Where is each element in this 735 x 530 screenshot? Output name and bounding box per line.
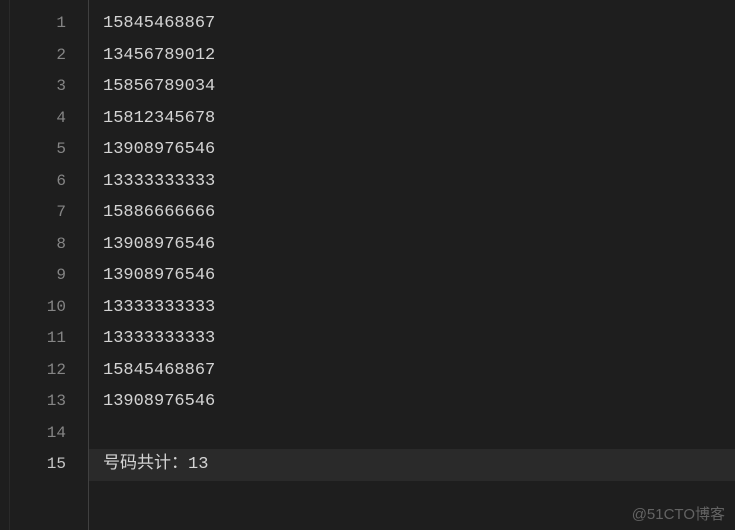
code-line[interactable]: 13456789012: [89, 40, 735, 72]
code-line[interactable]: 13333333333: [89, 166, 735, 198]
code-line[interactable]: 13333333333: [89, 323, 735, 355]
code-line[interactable]: 号码共计：13: [89, 449, 735, 481]
line-number: 13: [10, 386, 88, 418]
line-number: 8: [10, 229, 88, 261]
line-number: 15: [10, 449, 88, 481]
code-content-area[interactable]: 1584546886713456789012158567890341581234…: [88, 0, 735, 530]
line-number: 4: [10, 103, 88, 135]
line-number: 12: [10, 355, 88, 387]
watermark-text: @51CTO博客: [632, 503, 725, 524]
left-margin: [0, 0, 10, 530]
code-line[interactable]: 15812345678: [89, 103, 735, 135]
code-line[interactable]: 13333333333: [89, 292, 735, 324]
line-number: 7: [10, 197, 88, 229]
code-line[interactable]: 13908976546: [89, 229, 735, 261]
line-number: 2: [10, 40, 88, 72]
code-line[interactable]: 15845468867: [89, 8, 735, 40]
editor-container: 123456789101112131415 158454688671345678…: [0, 0, 735, 530]
line-number: 5: [10, 134, 88, 166]
code-line[interactable]: 15886666666: [89, 197, 735, 229]
code-line[interactable]: 13908976546: [89, 386, 735, 418]
line-number: 1: [10, 8, 88, 40]
line-number: 6: [10, 166, 88, 198]
line-number: 9: [10, 260, 88, 292]
code-line[interactable]: 15845468867: [89, 355, 735, 387]
code-line[interactable]: [89, 418, 735, 450]
code-line[interactable]: 15856789034: [89, 71, 735, 103]
line-number-gutter: 123456789101112131415: [10, 0, 88, 530]
line-number: 3: [10, 71, 88, 103]
line-number: 14: [10, 418, 88, 450]
code-line[interactable]: 13908976546: [89, 134, 735, 166]
code-line[interactable]: 13908976546: [89, 260, 735, 292]
line-number: 11: [10, 323, 88, 355]
line-number: 10: [10, 292, 88, 324]
